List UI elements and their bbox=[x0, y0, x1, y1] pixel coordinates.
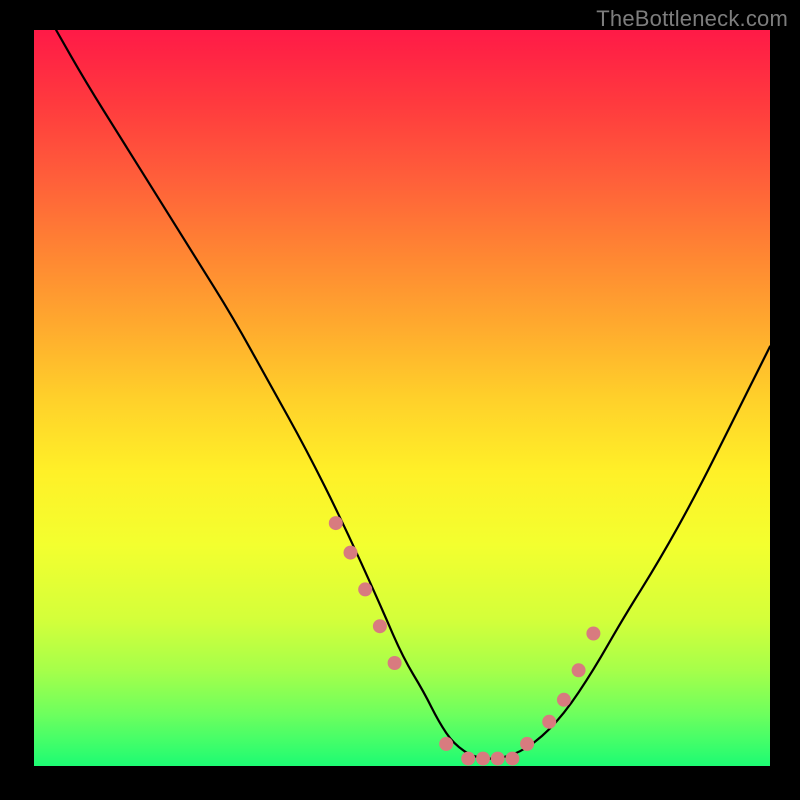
highlight-dots-group bbox=[329, 516, 601, 766]
highlight-dot bbox=[572, 663, 586, 677]
highlight-dot bbox=[542, 715, 556, 729]
highlight-dot bbox=[476, 752, 490, 766]
bottleneck-curve-line bbox=[56, 30, 770, 759]
highlight-dot bbox=[388, 656, 402, 670]
highlight-dot bbox=[439, 737, 453, 751]
highlight-dot bbox=[329, 516, 343, 530]
highlight-dot bbox=[373, 619, 387, 633]
plot-area bbox=[34, 30, 770, 766]
highlight-dot bbox=[461, 752, 475, 766]
chart-frame: TheBottleneck.com bbox=[0, 0, 800, 800]
highlight-dot bbox=[586, 627, 600, 641]
highlight-dot bbox=[344, 546, 358, 560]
highlight-dot bbox=[491, 752, 505, 766]
highlight-dot bbox=[520, 737, 534, 751]
highlight-dot bbox=[505, 752, 519, 766]
watermark-text: TheBottleneck.com bbox=[596, 6, 788, 32]
curve-svg bbox=[34, 30, 770, 766]
highlight-dot bbox=[557, 693, 571, 707]
highlight-dot bbox=[358, 582, 372, 596]
